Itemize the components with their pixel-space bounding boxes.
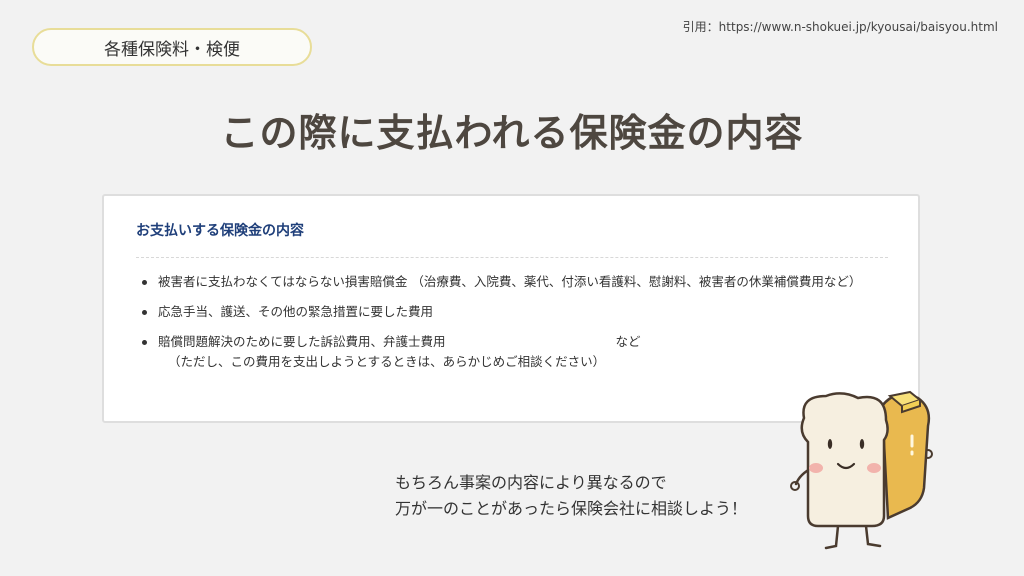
list-item-text: 賠償問題解決のために要した訴訟費用、弁護士費用 xyxy=(158,334,446,349)
bullet-icon xyxy=(142,310,147,315)
list-item-etc: など xyxy=(615,334,641,349)
list-item-row: 賠償問題解決のために要した訴訟費用、弁護士費用 など xyxy=(158,332,888,352)
list-item-text: 被害者に支払わなくてはならない損害賠償金 （治療費、入院費、薬代、付添い看護料、… xyxy=(158,274,862,289)
page-title: この際に支払われる保険金の内容 xyxy=(220,111,804,155)
card-heading: お支払いする保険金の内容 xyxy=(136,223,304,239)
bullet-icon xyxy=(142,340,147,345)
bread-mascot-icon xyxy=(790,390,933,550)
category-label: 各種保険料・検便 xyxy=(104,39,240,60)
divider xyxy=(136,257,888,258)
coverage-list: 被害者に支払わなくてはならない損害賠償金 （治療費、入院費、薬代、付添い看護料、… xyxy=(136,272,888,372)
advice-line-1: もちろん事案の内容により異なるので xyxy=(395,473,667,492)
list-item: 賠償問題解決のために要した訴訟費用、弁護士費用 など （ただし、この費用を支出し… xyxy=(136,332,888,372)
list-item: 被害者に支払わなくてはならない損害賠償金 （治療費、入院費、薬代、付添い看護料、… xyxy=(136,272,888,292)
list-item-text: 応急手当、護送、その他の緊急措置に要した費用 xyxy=(158,304,434,319)
advice-line-2: 万が一のことがあったら保険会社に相談しよう！ xyxy=(395,499,748,518)
list-item: 応急手当、護送、その他の緊急措置に要した費用 xyxy=(136,302,888,322)
bullet-icon xyxy=(142,280,147,285)
category-badge: 各種保険料・検便 xyxy=(32,28,312,66)
advice-message: もちろん事案の内容により異なるので 万が一のことがあったら保険会社に相談しよう！ xyxy=(395,470,747,522)
source-citation: 引用：https://www.n-shokuei.jp/kyousai/bais… xyxy=(682,20,998,34)
list-item-note: （ただし、この費用を支出しようとするときは、あらかじめご相談ください） xyxy=(168,354,606,369)
